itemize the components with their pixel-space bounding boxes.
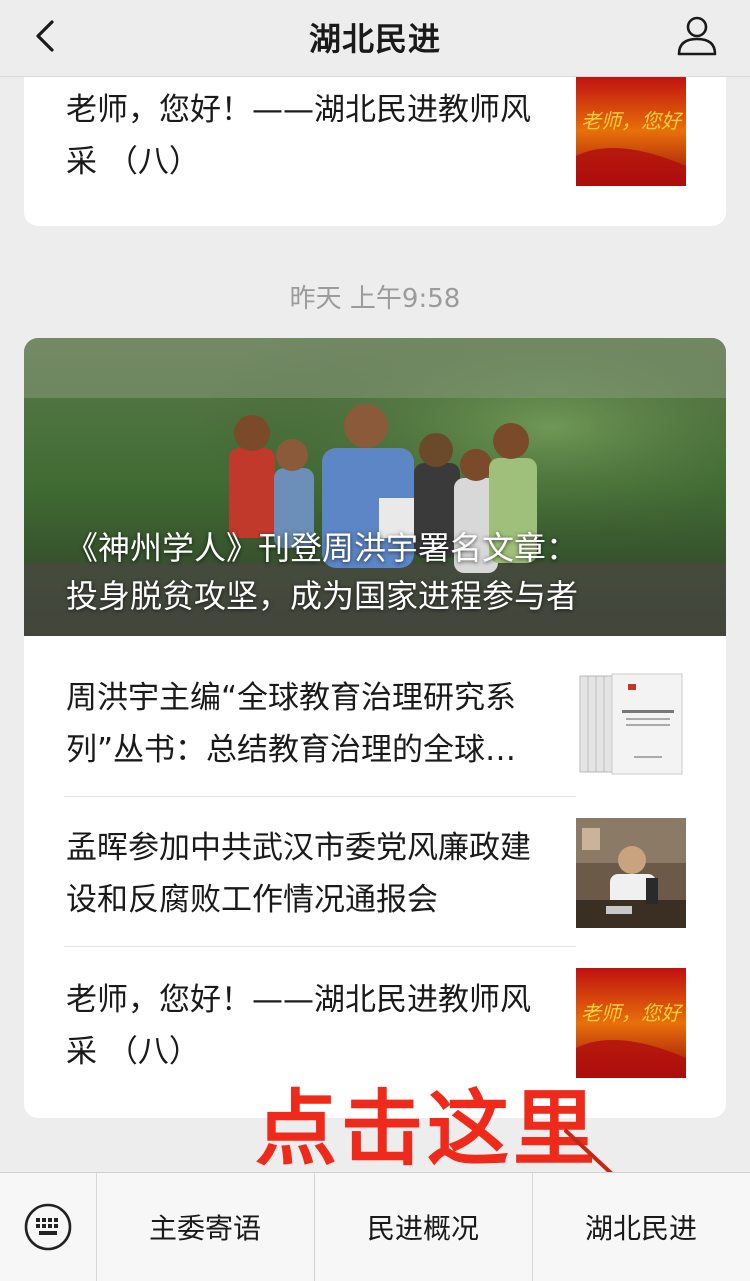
article-card-previous[interactable]: 老师，您好！——湖北民进教师风采 （八） 老师，您好 <box>24 60 726 226</box>
article-title[interactable]: 周洪宇主编“全球教育治理研究系列”丛书：总结教育治理的全球… <box>66 672 551 780</box>
cover-title-line-2: 投身脱贫攻坚，成为国家进程参与者 <box>66 577 579 615</box>
article-title[interactable]: 老师，您好！——湖北民进教师风采 （八） <box>66 84 551 192</box>
cover-article[interactable]: 《神州学人》刊登周洪宇署名文章： 投身脱贫攻坚，成为国家进程参与者 <box>24 338 726 636</box>
article-title[interactable]: 孟晖参加中共武汉市委党风廉政建设和反腐败工作情况通报会 <box>66 822 551 930</box>
keyboard-toggle-button[interactable] <box>0 1173 97 1281</box>
message-timestamp: 昨天 上午9:58 <box>289 284 461 314</box>
menu-item-chairman-message[interactable]: 主委寄语 <box>96 1173 315 1281</box>
meeting-photo-thumbnail[interactable] <box>576 818 686 928</box>
menu-item-hubei-minjin[interactable]: 湖北民进 <box>532 1173 750 1281</box>
divider <box>64 796 576 797</box>
page-title: 湖北民进 <box>308 20 441 58</box>
cover-title-line-1: 《神州学人》刊登周洪宇署名文章： <box>66 529 579 567</box>
cover-article-title[interactable]: 《神州学人》刊登周洪宇署名文章： 投身脱贫攻坚，成为国家进程参与者 <box>66 524 696 620</box>
article-group-card: 《神州学人》刊登周洪宇署名文章： 投身脱贫攻坚，成为国家进程参与者 周洪宇主编“… <box>24 338 726 1118</box>
official-account-menu-bar: 主委寄语 民进概况 湖北民进 <box>0 1172 750 1281</box>
menu-item-overview[interactable]: 民进概况 <box>314 1173 533 1281</box>
book-cover-thumbnail[interactable] <box>576 670 686 780</box>
user-profile-icon[interactable] <box>674 12 720 58</box>
navigation-bar: 湖北民进 <box>0 0 750 77</box>
teacher-greeting-thumbnail[interactable]: 老师，您好 <box>576 76 686 186</box>
click-here-annotation: 点击这里 <box>255 1082 600 1177</box>
keyboard-icon <box>24 1203 72 1251</box>
thumbnail-caption: 老师，您好 <box>581 1001 684 1025</box>
thumbnail-caption: 老师，您好 <box>581 109 684 133</box>
divider <box>64 946 576 947</box>
